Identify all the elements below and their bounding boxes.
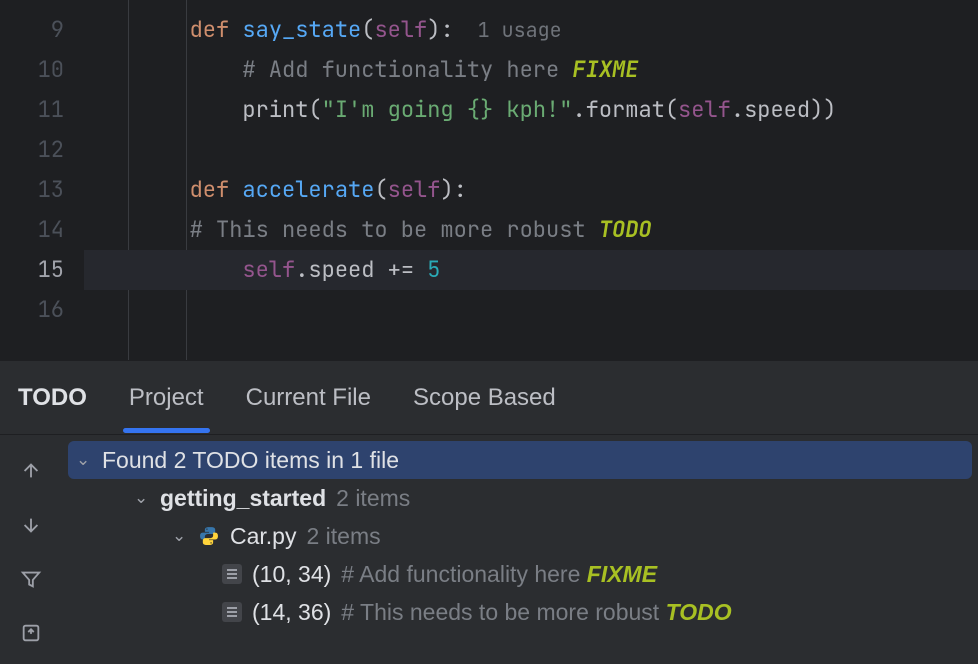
paren: ( bbox=[308, 95, 321, 124]
line-number: 16 bbox=[0, 290, 64, 330]
todo-item-icon bbox=[222, 564, 242, 584]
comment: # Add functionality here bbox=[242, 55, 572, 84]
code-line[interactable]: # Add functionality here FIXME bbox=[84, 50, 978, 90]
number-literal: 5 bbox=[427, 255, 440, 284]
todo-location: (10, 34) bbox=[252, 561, 331, 588]
code-line[interactable]: print("I'm going {} kph!".format(self.sp… bbox=[84, 90, 978, 130]
paren: ): bbox=[440, 175, 466, 204]
arrow-up-icon bbox=[20, 460, 42, 482]
current-line-highlight bbox=[0, 250, 978, 290]
filter-icon bbox=[20, 568, 42, 590]
file-row[interactable]: ⌄ Car.py 2 items bbox=[62, 517, 978, 555]
previous-todo-button[interactable] bbox=[13, 453, 49, 489]
code-line[interactable]: # This needs to be more robust TODO bbox=[84, 210, 978, 250]
operator: += bbox=[388, 255, 428, 284]
todo-text: # This needs to be more robust TODO bbox=[341, 599, 731, 626]
method-call: format bbox=[586, 95, 665, 124]
tab-project[interactable]: Project bbox=[129, 364, 204, 432]
chevron-down-icon[interactable]: ⌄ bbox=[76, 450, 92, 470]
dot: . bbox=[295, 255, 308, 284]
paren: )) bbox=[810, 95, 836, 124]
tool-gutter bbox=[0, 435, 62, 664]
autoscroll-button[interactable] bbox=[13, 615, 49, 651]
function-name: accelerate bbox=[242, 175, 374, 204]
tab-scope-based[interactable]: Scope Based bbox=[413, 364, 556, 432]
fixme-tag: FIXME bbox=[587, 561, 657, 587]
tab-current-file[interactable]: Current File bbox=[246, 364, 371, 432]
todo-item-icon bbox=[222, 602, 242, 622]
line-number: 10 bbox=[0, 50, 64, 90]
todo-comment: # This needs to be more robust bbox=[341, 599, 665, 625]
function-name: say_state bbox=[242, 15, 361, 44]
todo-text: # Add functionality here FIXME bbox=[341, 561, 657, 588]
todo-tag: TODO bbox=[599, 215, 652, 244]
project-name: getting_started bbox=[160, 485, 326, 512]
line-number: 9 bbox=[0, 10, 64, 50]
code-line-empty[interactable] bbox=[84, 290, 978, 330]
todo-tag: TODO bbox=[666, 599, 732, 625]
attribute: speed bbox=[744, 95, 810, 124]
line-number: 12 bbox=[0, 130, 64, 170]
keyword: def bbox=[190, 175, 243, 204]
panel-tabs: TODO Project Current File Scope Based bbox=[0, 361, 978, 435]
todo-item-row[interactable]: (10, 34) # Add functionality here FIXME bbox=[62, 555, 978, 593]
project-count: 2 items bbox=[336, 485, 410, 512]
line-number-gutter: 9 10 11 12 13 14 15 16 bbox=[0, 0, 84, 360]
line-number: 13 bbox=[0, 170, 64, 210]
autoscroll-icon bbox=[20, 622, 42, 644]
todo-panel: TODO Project Current File Scope Based ⌄ … bbox=[0, 360, 978, 664]
comment: # This needs to be more robust bbox=[190, 215, 599, 244]
todo-comment: # Add functionality here bbox=[341, 561, 587, 587]
todo-location: (14, 36) bbox=[252, 599, 331, 626]
builtin-call: print bbox=[242, 95, 308, 124]
arrow-down-icon bbox=[20, 514, 42, 536]
line-number-current: 15 bbox=[0, 250, 64, 290]
code-editor[interactable]: 9 10 11 12 13 14 15 16 def say_state(sel… bbox=[0, 0, 978, 360]
keyword: def bbox=[190, 15, 243, 44]
self-param: self bbox=[374, 15, 427, 44]
code-line-current[interactable]: self.speed += 5 bbox=[84, 250, 978, 290]
self-ref: self bbox=[242, 255, 295, 284]
file-name: Car.py bbox=[230, 523, 296, 550]
todo-tree[interactable]: ⌄ Found 2 TODO items in 1 file ⌄ getting… bbox=[62, 435, 978, 664]
attribute: speed bbox=[308, 255, 387, 284]
self-ref: self bbox=[678, 95, 731, 124]
code-line[interactable]: def say_state(self): 1 usage bbox=[84, 10, 978, 50]
python-file-icon bbox=[198, 525, 220, 547]
paren: ( bbox=[374, 175, 387, 204]
summary-text: Found 2 TODO items in 1 file bbox=[102, 447, 399, 474]
python-icon bbox=[198, 525, 220, 547]
code-line[interactable]: def accelerate(self): bbox=[84, 170, 978, 210]
line-number: 14 bbox=[0, 210, 64, 250]
usage-hint[interactable]: 1 usage bbox=[454, 17, 562, 43]
paren: ( bbox=[665, 95, 678, 124]
panel-body: ⌄ Found 2 TODO items in 1 file ⌄ getting… bbox=[0, 435, 978, 664]
chevron-down-icon[interactable]: ⌄ bbox=[172, 526, 188, 546]
chevron-down-icon[interactable]: ⌄ bbox=[134, 488, 150, 508]
dot: . bbox=[572, 95, 585, 124]
file-count: 2 items bbox=[306, 523, 380, 550]
summary-row[interactable]: ⌄ Found 2 TODO items in 1 file bbox=[68, 441, 972, 479]
panel-title: TODO bbox=[18, 384, 87, 412]
paren: ( bbox=[361, 15, 374, 44]
next-todo-button[interactable] bbox=[13, 507, 49, 543]
string-literal: "I'm going {} kph!" bbox=[322, 95, 573, 124]
self-param: self bbox=[388, 175, 441, 204]
todo-item-row[interactable]: (14, 36) # This needs to be more robust … bbox=[62, 593, 978, 631]
paren: ): bbox=[427, 15, 453, 44]
code-column[interactable]: def say_state(self): 1 usage # Add funct… bbox=[84, 0, 978, 360]
dot: . bbox=[731, 95, 744, 124]
line-number: 11 bbox=[0, 90, 64, 130]
filter-button[interactable] bbox=[13, 561, 49, 597]
code-line-empty[interactable] bbox=[84, 130, 978, 170]
project-row[interactable]: ⌄ getting_started 2 items bbox=[62, 479, 978, 517]
fixme-tag: FIXME bbox=[572, 55, 638, 84]
